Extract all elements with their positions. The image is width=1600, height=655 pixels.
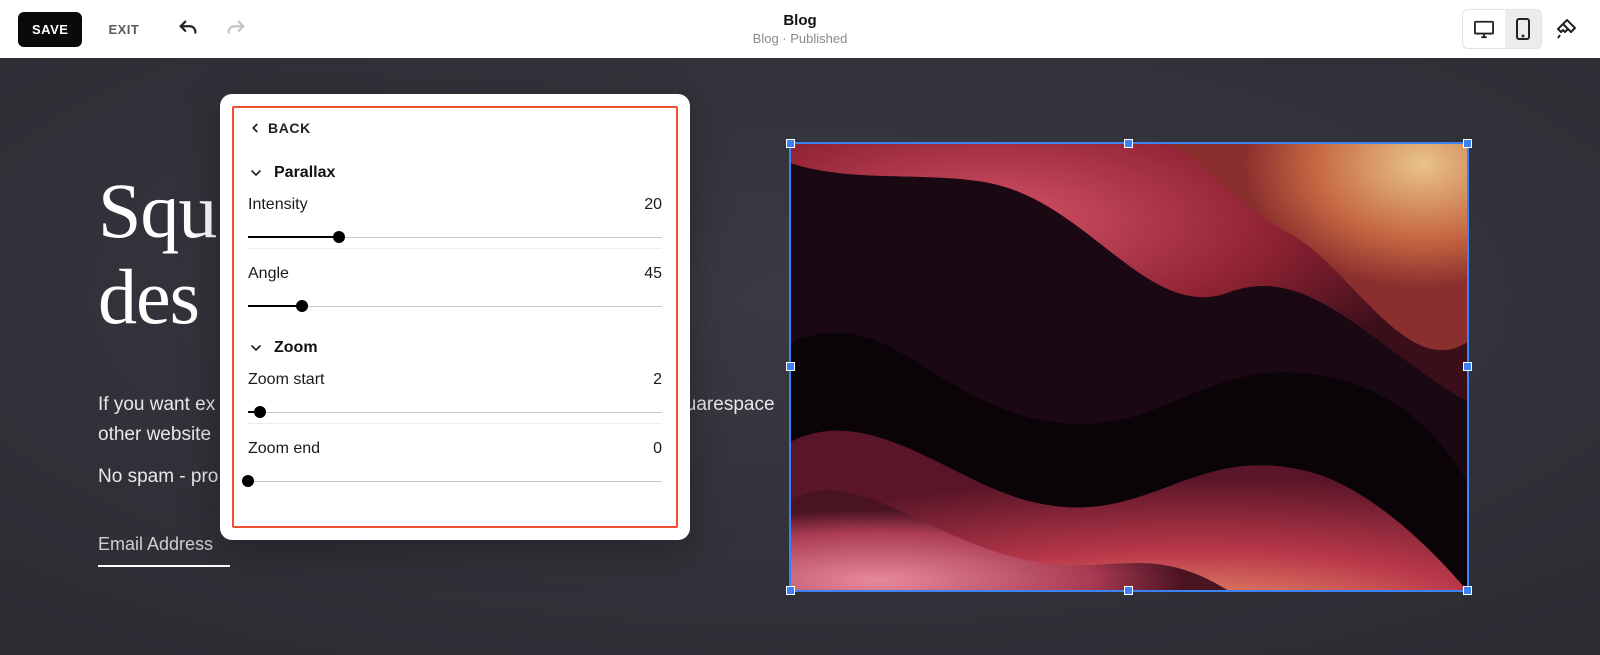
abstract-waves-image	[791, 144, 1467, 590]
resize-handle-top-left[interactable]	[786, 139, 795, 148]
desktop-view-button[interactable]	[1463, 10, 1505, 48]
exit-button[interactable]: EXIT	[108, 22, 139, 37]
hero-nospam: No spam - pro	[98, 466, 218, 488]
redo-button[interactable]	[221, 14, 251, 44]
selected-image-block[interactable]	[789, 142, 1469, 592]
slider-label-angle: Angle	[248, 265, 289, 283]
resize-handle-top-right[interactable]	[1463, 139, 1472, 148]
chevron-down-icon	[248, 165, 264, 181]
undo-button[interactable]	[173, 14, 203, 44]
section-zoom: Zoom Zoom start 2 Zoom end	[248, 333, 662, 492]
email-address-field[interactable]: Email Address	[98, 534, 230, 567]
effects-panel: BACK Parallax Intensity 20	[220, 94, 690, 540]
styles-button[interactable]	[1550, 13, 1582, 45]
hero-line2-left: des	[98, 253, 199, 340]
slider-thumb-zoom-end[interactable]	[242, 475, 254, 487]
slider-angle: Angle 45	[248, 265, 662, 317]
slider-thumb-intensity[interactable]	[333, 231, 345, 243]
desktop-icon	[1473, 19, 1495, 39]
slider-thumb-zoom-start[interactable]	[254, 406, 266, 418]
hero-line1-left: Squ	[98, 167, 216, 254]
page-title-block: Blog Blog · Published	[753, 12, 848, 46]
save-button[interactable]: SAVE	[18, 12, 82, 47]
page-subtitle: Blog · Published	[753, 31, 848, 46]
resize-handle-bottom-left[interactable]	[786, 586, 795, 595]
section-header-zoom[interactable]: Zoom	[248, 333, 662, 371]
slider-intensity: Intensity 20	[248, 196, 662, 249]
slider-label-intensity: Intensity	[248, 196, 308, 214]
top-toolbar: SAVE EXIT Blog Blog · Published	[0, 0, 1600, 58]
slider-zoom-end: Zoom end 0	[248, 440, 662, 492]
resize-handle-middle-right[interactable]	[1463, 362, 1472, 371]
slider-track-zoom-start[interactable]	[248, 403, 662, 421]
slider-track-intensity[interactable]	[248, 228, 662, 246]
slider-label-zoom-end: Zoom end	[248, 440, 320, 458]
resize-handle-middle-left[interactable]	[786, 362, 795, 371]
hero-sub-left: If you want ex	[98, 394, 215, 415]
chevron-left-icon	[248, 121, 262, 135]
slider-label-zoom-start: Zoom start	[248, 371, 324, 389]
view-tools	[1462, 9, 1582, 49]
undo-icon	[177, 18, 199, 40]
section-header-parallax[interactable]: Parallax	[248, 158, 662, 196]
back-label: BACK	[268, 120, 311, 136]
hero-sub-line2: other website	[98, 424, 211, 445]
redo-icon	[225, 18, 247, 40]
slider-value-angle: 45	[644, 265, 662, 283]
resize-handle-bottom-right[interactable]	[1463, 586, 1472, 595]
hero-sub-right: uarespace	[686, 394, 775, 415]
slider-value-zoom-start: 2	[653, 371, 662, 389]
resize-handle-bottom-middle[interactable]	[1124, 586, 1133, 595]
mobile-view-button[interactable]	[1505, 10, 1541, 48]
slider-thumb-angle[interactable]	[296, 300, 308, 312]
back-button[interactable]: BACK	[248, 120, 662, 136]
effects-panel-highlighted-region: BACK Parallax Intensity 20	[232, 106, 678, 528]
page-title: Blog	[753, 12, 848, 29]
device-preview-group	[1462, 9, 1542, 49]
slider-value-zoom-end: 0	[653, 440, 662, 458]
resize-handle-top-middle[interactable]	[1124, 139, 1133, 148]
section-title-zoom: Zoom	[274, 339, 318, 357]
slider-track-zoom-end[interactable]	[248, 472, 662, 490]
paintbrush-icon	[1554, 17, 1578, 41]
canvas[interactable]: Squ xxxxxxxxx b des xxxxxxxxxx s. If you…	[0, 58, 1600, 655]
slider-track-angle[interactable]	[248, 297, 662, 315]
undo-redo-group	[173, 14, 251, 44]
section-parallax: Parallax Intensity 20 Angle	[248, 158, 662, 317]
chevron-down-icon	[248, 340, 264, 356]
slider-zoom-start: Zoom start 2	[248, 371, 662, 424]
section-title-parallax: Parallax	[274, 164, 335, 182]
slider-value-intensity: 20	[644, 196, 662, 214]
mobile-icon	[1515, 18, 1531, 40]
